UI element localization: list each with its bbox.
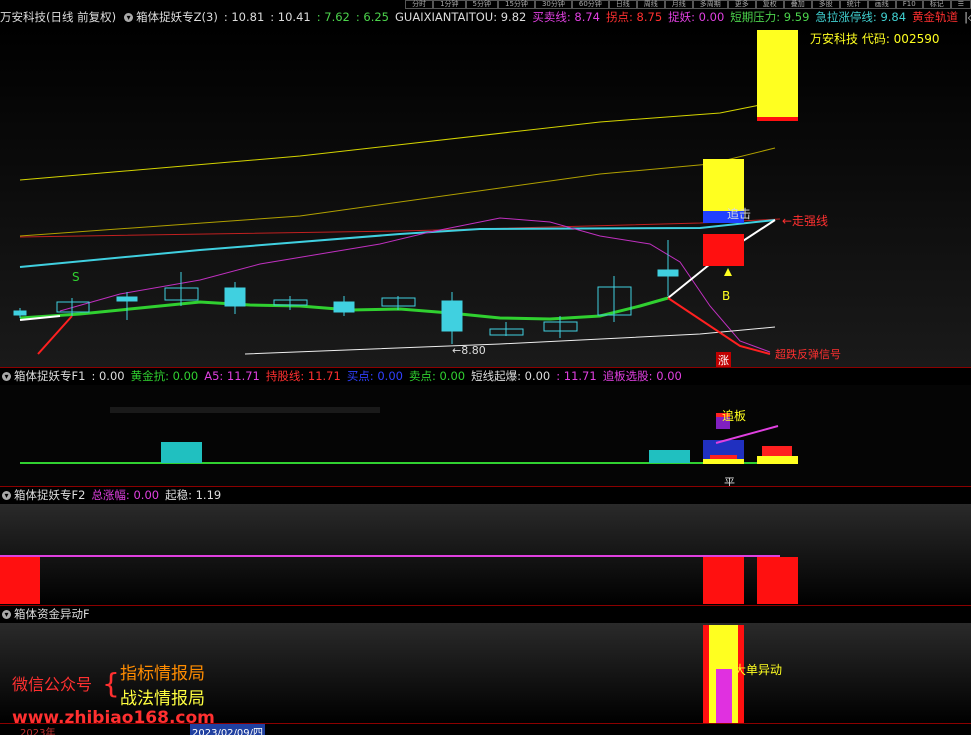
- f2-panel[interactable]: [0, 504, 971, 605]
- label-stock-info: 万安科技 代码: 002590: [810, 32, 940, 46]
- f2-header: ▾ 箱体捉妖专F2 总涨幅: 0.00 起稳: 1.19: [0, 487, 971, 504]
- value-2: : 10.41: [270, 10, 311, 24]
- toolbar-button-17[interactable]: 标记: [922, 0, 951, 9]
- zhuoyao-value: 捉妖: 0.00: [668, 10, 725, 24]
- value-1: : 10.81: [223, 10, 265, 24]
- golden-track-label: 黄金轨道: [912, 10, 959, 24]
- watermark-line2: 战法情报局: [120, 689, 205, 709]
- value-4: : 6.25: [355, 10, 389, 24]
- toolbar-button-6[interactable]: 日线: [608, 0, 637, 9]
- f1-zhuiban-xuan: 追板选股: 0.00: [602, 369, 682, 383]
- toolbar-button-10[interactable]: 更多: [727, 0, 756, 9]
- f1-huangjinkang: 黄金抗: 0.00: [130, 369, 199, 383]
- watermark-line1: 指标情报局: [120, 664, 205, 684]
- f2-chart-svg: [0, 504, 971, 605]
- f2-zongzhangfu: 总涨幅: 0.00: [91, 488, 160, 502]
- big-yellow-bar: [757, 30, 798, 120]
- guaixian-value: GUAIXIANTAITOU: 9.82: [395, 10, 527, 24]
- main-kline-panel[interactable]: S B 涨 追击 ←走强线 ←8.80 万安科技 代码: 002590 超跌反弹…: [0, 26, 971, 368]
- stock-chart-window: 分时 1分钟 5分钟 15分钟 30分钟 60分钟 日线 周线 月线 多周期 更多 复权 叠加 多股 统计画…: [0, 0, 971, 735]
- f1-chigu: 持股线: 11.71: [265, 369, 341, 383]
- f1-chart-svg: [0, 385, 971, 486]
- brace-icon: {: [102, 667, 120, 700]
- yellow-bar: [703, 159, 744, 211]
- axis-cursor-date: 2023/02/09/四: [190, 724, 266, 735]
- toolbar-button-12[interactable]: 叠加: [783, 0, 812, 9]
- f1-a5: A5: 11.71: [204, 369, 260, 383]
- toolbar-button-15[interactable]: 画线: [867, 0, 896, 9]
- main-chart-svg: [0, 26, 971, 368]
- label-dadan: 大单异动: [734, 663, 783, 677]
- f2-title[interactable]: 箱体捉妖专F2: [14, 488, 85, 502]
- f2-qiwen: 起稳: 1.19: [165, 488, 222, 502]
- stock-title[interactable]: 万安科技(日线 前复权): [0, 10, 116, 24]
- toolbar-button-14[interactable]: 统计: [839, 0, 868, 9]
- label-zhang: 涨: [716, 352, 731, 368]
- label-zouqiang: ←走强线: [782, 214, 829, 228]
- toolbar-button-16[interactable]: F10: [895, 0, 923, 9]
- f1-title[interactable]: 箱体捉妖专F1: [14, 369, 85, 383]
- time-axis: 2023年 2023/02/09/四: [0, 723, 971, 735]
- label-zhuiban: 追板: [722, 409, 747, 423]
- toolbar-button-11[interactable]: 复权: [755, 0, 784, 9]
- red-bar: [703, 234, 744, 266]
- toolbar-button-0[interactable]: 分时: [405, 0, 434, 9]
- chevron-down-icon[interactable]: ▾: [2, 610, 11, 619]
- label-low-price: ←8.80: [452, 344, 486, 357]
- f2-red-bar-2: [703, 557, 744, 604]
- toolbar-button-1[interactable]: 1分钟: [433, 0, 466, 9]
- f1-cyan-bar-2: [649, 450, 690, 463]
- f1-value-11: : 11.71: [556, 369, 597, 383]
- label-b: B: [722, 289, 731, 303]
- toolbar-button-4[interactable]: 30分钟: [534, 0, 572, 9]
- f3-header: ▾ 箱体资金异动F: [0, 606, 971, 623]
- toolbar-button-5[interactable]: 60分钟: [571, 0, 609, 9]
- limit-up-line-value: 急拉涨停线: 9.84: [815, 10, 907, 24]
- f3-title[interactable]: 箱体资金异动F: [14, 607, 90, 621]
- indicator-name[interactable]: 箱体捉妖专Z(3): [136, 10, 218, 24]
- chevron-down-icon[interactable]: ▾: [124, 13, 134, 22]
- f1-maidian: 买点: 0.00: [346, 369, 403, 383]
- label-s: S: [72, 270, 80, 284]
- f2-red-bar-1: [0, 557, 40, 604]
- wechat-label: 微信公众号: [12, 675, 93, 694]
- axis-year: 2023年: [20, 728, 56, 735]
- f1-cyan-bar-1: [161, 442, 202, 463]
- f2-red-bar-3: [757, 557, 798, 604]
- toolbar-button-3[interactable]: 15分钟: [498, 0, 535, 9]
- toolbar-button-9[interactable]: 多周期: [692, 0, 728, 9]
- label-zhuiji: 追击: [727, 207, 752, 221]
- toolbar-button-18[interactable]: ☰: [950, 0, 971, 9]
- f1-maidian2: 卖点: 0.00: [408, 369, 466, 383]
- f1-header: ▾ 箱体捉妖专F1 : 0.00 黄金抗: 0.00 A5: 11.71 持股线: 11.…: [0, 368, 971, 385]
- label-chaodie: 超跌反弹信号: [775, 348, 841, 361]
- value-3: : 7.62: [316, 10, 350, 24]
- main-indicator-header: 万安科技(日线 前复权) ▾ 箱体捉妖专Z(3) : 10.81 : 10.41 : 7.…: [0, 9, 971, 26]
- maimai-line-value: 买卖线: 8.74: [532, 10, 600, 24]
- short-pressure-value: 短期压力: 9.59: [730, 10, 810, 24]
- arrow-icon[interactable]: |◇: [964, 10, 971, 24]
- chevron-down-icon[interactable]: ▾: [2, 372, 11, 381]
- toolbar-button-2[interactable]: 5分钟: [465, 0, 499, 9]
- f1-duanxian: 短线起爆: 0.00: [471, 369, 551, 383]
- f1-panel[interactable]: 追板 平: [0, 385, 971, 489]
- guaidian-value: 拐点: 8.75: [606, 10, 663, 24]
- toolbar-button-7[interactable]: 周线: [636, 0, 665, 9]
- toolbar-button-8[interactable]: 月线: [664, 0, 693, 9]
- toolbar-button-13[interactable]: 多股: [811, 0, 840, 9]
- f1-value-0: : 0.00: [91, 369, 125, 383]
- period-toolbar[interactable]: 分时 1分钟 5分钟 15分钟 30分钟 60分钟 日线 周线 月线 多周期 更多 复权 叠加 多股 统计画…: [405, 0, 971, 9]
- chevron-down-icon[interactable]: ▾: [2, 491, 11, 500]
